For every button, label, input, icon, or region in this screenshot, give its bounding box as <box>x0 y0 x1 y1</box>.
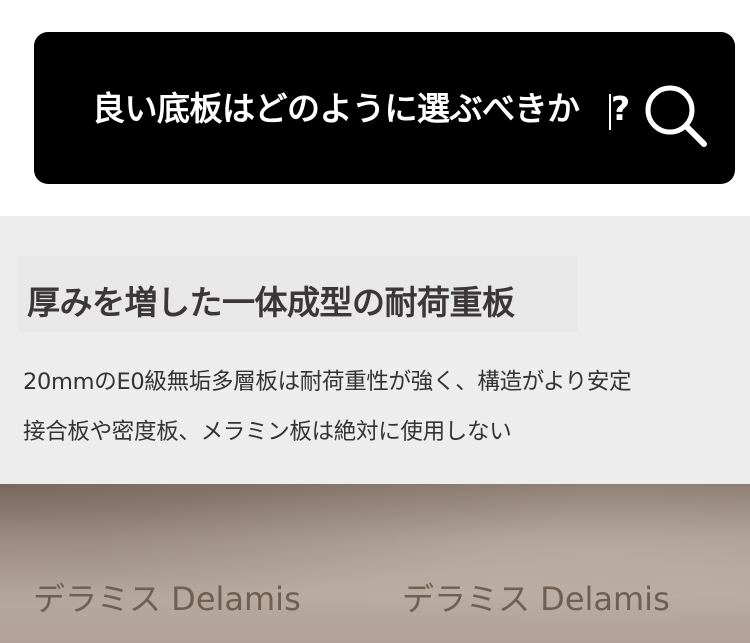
search-section: 良い底板はどのように選ぶべきか ? <box>0 0 750 216</box>
search-icon[interactable] <box>640 80 710 150</box>
feature-heading: 厚みを増した一体成型の耐荷重板 <box>27 283 515 322</box>
feature-description-line-2: 接合板や密度板、メラミン板は絶対に使用しない <box>23 419 512 445</box>
brand-watermark: デラミス Delamis <box>33 580 301 618</box>
brand-watermark: デラミス Delamis <box>402 580 670 618</box>
feature-description-line-1: 20mmのE0級無垢多層板は耐荷重性が強く、構造がより安定 <box>23 369 632 395</box>
search-query-text[interactable]: 良い底板はどのように選ぶべきか <box>92 89 580 129</box>
product-photo: デラミス Delamis デラミス Delamis <box>0 484 750 643</box>
search-bar[interactable]: 良い底板はどのように選ぶべきか ? <box>34 32 735 184</box>
feature-panel: 厚みを増した一体成型の耐荷重板 20mmのE0級無垢多層板は耐荷重性が強く、構造… <box>0 216 750 484</box>
search-query-suffix[interactable]: ? <box>611 89 630 129</box>
